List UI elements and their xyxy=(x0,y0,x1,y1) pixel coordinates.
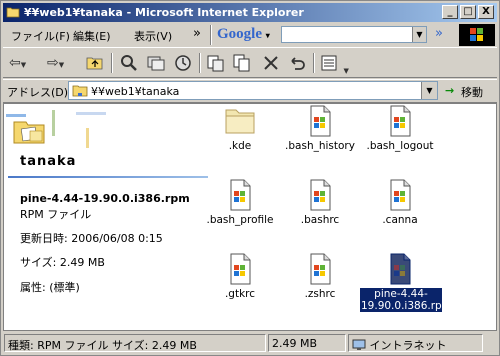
google-dropdown-icon[interactable]: ▾ xyxy=(266,31,270,40)
history-button[interactable] xyxy=(173,53,193,73)
selected-file-type: RPM ファイル xyxy=(20,208,92,221)
file-item-kde[interactable]: .kde xyxy=(200,104,280,152)
file-label: .gtkrc xyxy=(224,288,256,300)
history-icon xyxy=(175,55,191,71)
go-arrow-icon[interactable]: → xyxy=(445,84,454,97)
title-bar[interactable]: ¥¥web1¥tanaka - Microsoft Internet Explo… xyxy=(3,3,497,22)
address-dropdown-icon[interactable]: ▼ xyxy=(421,82,437,99)
copy-to-button[interactable] xyxy=(232,53,252,73)
search-button[interactable] xyxy=(119,53,139,73)
views-dropdown-icon: ▼ xyxy=(343,67,349,75)
google-search-input[interactable]: ▼ xyxy=(281,26,427,43)
file-label: .bash_profile xyxy=(206,214,274,226)
go-button[interactable]: 移動 xyxy=(461,84,483,100)
folder-icon xyxy=(6,7,20,18)
minimize-button[interactable]: _ xyxy=(442,5,458,19)
windows-flag-icon xyxy=(470,28,483,41)
undo-icon xyxy=(291,57,305,70)
address-bar: アドレス(D) ¥¥web1¥tanaka ▼ → 移動 xyxy=(3,79,497,103)
unknown-file-icon xyxy=(230,253,251,285)
status-size: 2.49 MB xyxy=(268,334,346,352)
file-size: サイズ: 2.49 MB xyxy=(20,256,105,269)
undo-button[interactable] xyxy=(287,53,307,73)
file-item-canna[interactable]: .canna xyxy=(360,178,440,226)
unknown-file-icon xyxy=(310,253,331,285)
up-folder-button[interactable] xyxy=(85,53,105,73)
file-label: .bash_history xyxy=(285,140,355,152)
folders-button[interactable] xyxy=(146,53,166,73)
modified-date: 更新日時: 2006/06/08 0:15 xyxy=(20,232,163,245)
folders-icon xyxy=(147,56,165,71)
folder-title: tanaka xyxy=(20,154,77,169)
file-item-pine-rpm[interactable]: pine-4.44-19.90.0.i386.rpm xyxy=(360,252,452,312)
network-folder-icon xyxy=(72,85,88,97)
views-button[interactable]: ▼ xyxy=(319,53,349,75)
unknown-file-icon xyxy=(230,179,251,211)
menu-chevron-icon[interactable]: » xyxy=(193,26,201,41)
unknown-file-icon xyxy=(310,179,331,211)
copy-to-icon xyxy=(233,54,250,72)
menu-edit[interactable]: 編集(E) xyxy=(73,28,111,44)
status-zone-label: イントラネット xyxy=(369,339,447,352)
delete-icon xyxy=(264,56,278,70)
back-button[interactable]: ⇦▼ xyxy=(9,53,26,73)
file-label: pine-4.44-19.90.0.i386.rpm xyxy=(360,288,452,312)
unknown-file-icon xyxy=(390,179,411,211)
move-to-icon xyxy=(207,55,224,72)
unknown-file-icon xyxy=(390,253,411,285)
close-button[interactable]: X xyxy=(478,5,494,19)
file-item-bashrc[interactable]: .bashrc xyxy=(280,178,360,226)
file-attributes: 属性: (標準) xyxy=(20,281,80,294)
status-details: 種類: RPM ファイル サイズ: 2.49 MB xyxy=(4,334,266,352)
file-label: .bash_logout xyxy=(366,140,434,152)
unknown-file-icon xyxy=(390,105,411,137)
forward-button[interactable]: ⇨▼ xyxy=(47,53,64,73)
menu-bar: ファイル(F) 編集(E) 表示(V) » Google ▾ ▼ » xyxy=(3,23,497,48)
selected-file-name: pine-4.44-19.90.0.i386.rpm xyxy=(20,192,190,205)
windows-logo xyxy=(459,24,495,46)
separator xyxy=(210,25,212,45)
file-item-gtkrc[interactable]: .gtkrc xyxy=(200,252,280,300)
file-item-zshrc[interactable]: .zshrc xyxy=(280,252,360,300)
file-label: .bashrc xyxy=(300,214,340,226)
menu-file[interactable]: ファイル(F) xyxy=(11,28,70,44)
google-chevron-icon[interactable]: » xyxy=(435,26,443,41)
address-value: ¥¥web1¥tanaka xyxy=(91,85,180,98)
search-icon xyxy=(121,55,137,71)
unknown-file-icon xyxy=(310,105,331,137)
ie-window: ¥¥web1¥tanaka - Microsoft Internet Explo… xyxy=(0,0,500,356)
address-label: アドレス(D) xyxy=(7,86,69,99)
delete-button[interactable] xyxy=(261,53,281,73)
views-icon xyxy=(321,55,337,71)
chevron-down-icon[interactable]: ▼ xyxy=(412,27,426,42)
file-item-bash-profile[interactable]: .bash_profile xyxy=(200,178,280,226)
google-logo[interactable]: Google ▾ xyxy=(217,26,270,43)
google-logo-text: Google xyxy=(217,26,262,42)
status-zone: イントラネット xyxy=(348,334,483,352)
back-arrow-icon: ⇦ xyxy=(9,55,21,71)
file-label: .kde xyxy=(228,140,252,152)
folder-banner-graphic xyxy=(6,110,106,148)
file-item-bash-logout[interactable]: .bash_logout xyxy=(360,104,440,152)
menu-view[interactable]: 表示(V) xyxy=(134,28,172,44)
file-label: .zshrc xyxy=(304,288,336,300)
maximize-button[interactable]: □ xyxy=(460,5,476,19)
title-underline xyxy=(8,176,208,178)
file-item-bash-history[interactable]: .bash_history xyxy=(280,104,360,152)
file-label: .canna xyxy=(382,214,418,226)
window-title: ¥¥web1¥tanaka - Microsoft Internet Explo… xyxy=(24,6,304,19)
address-input[interactable]: ¥¥web1¥tanaka ▼ xyxy=(68,81,438,100)
forward-arrow-icon: ⇨ xyxy=(47,55,59,71)
up-folder-icon xyxy=(86,57,103,70)
standard-toolbar: ⇦▼ ⇨▼ ▼ xyxy=(3,49,497,78)
web-view-info-pane: tanaka pine-4.44-19.90.0.i386.rpm RPM ファ… xyxy=(4,104,210,330)
folder-icon xyxy=(225,109,255,134)
intranet-icon xyxy=(352,339,366,350)
folder-view: tanaka pine-4.44-19.90.0.i386.rpm RPM ファ… xyxy=(3,103,497,331)
status-bar: 種類: RPM ファイル サイズ: 2.49 MB 2.49 MB イントラネッ… xyxy=(3,332,497,354)
move-to-button[interactable] xyxy=(205,53,225,73)
